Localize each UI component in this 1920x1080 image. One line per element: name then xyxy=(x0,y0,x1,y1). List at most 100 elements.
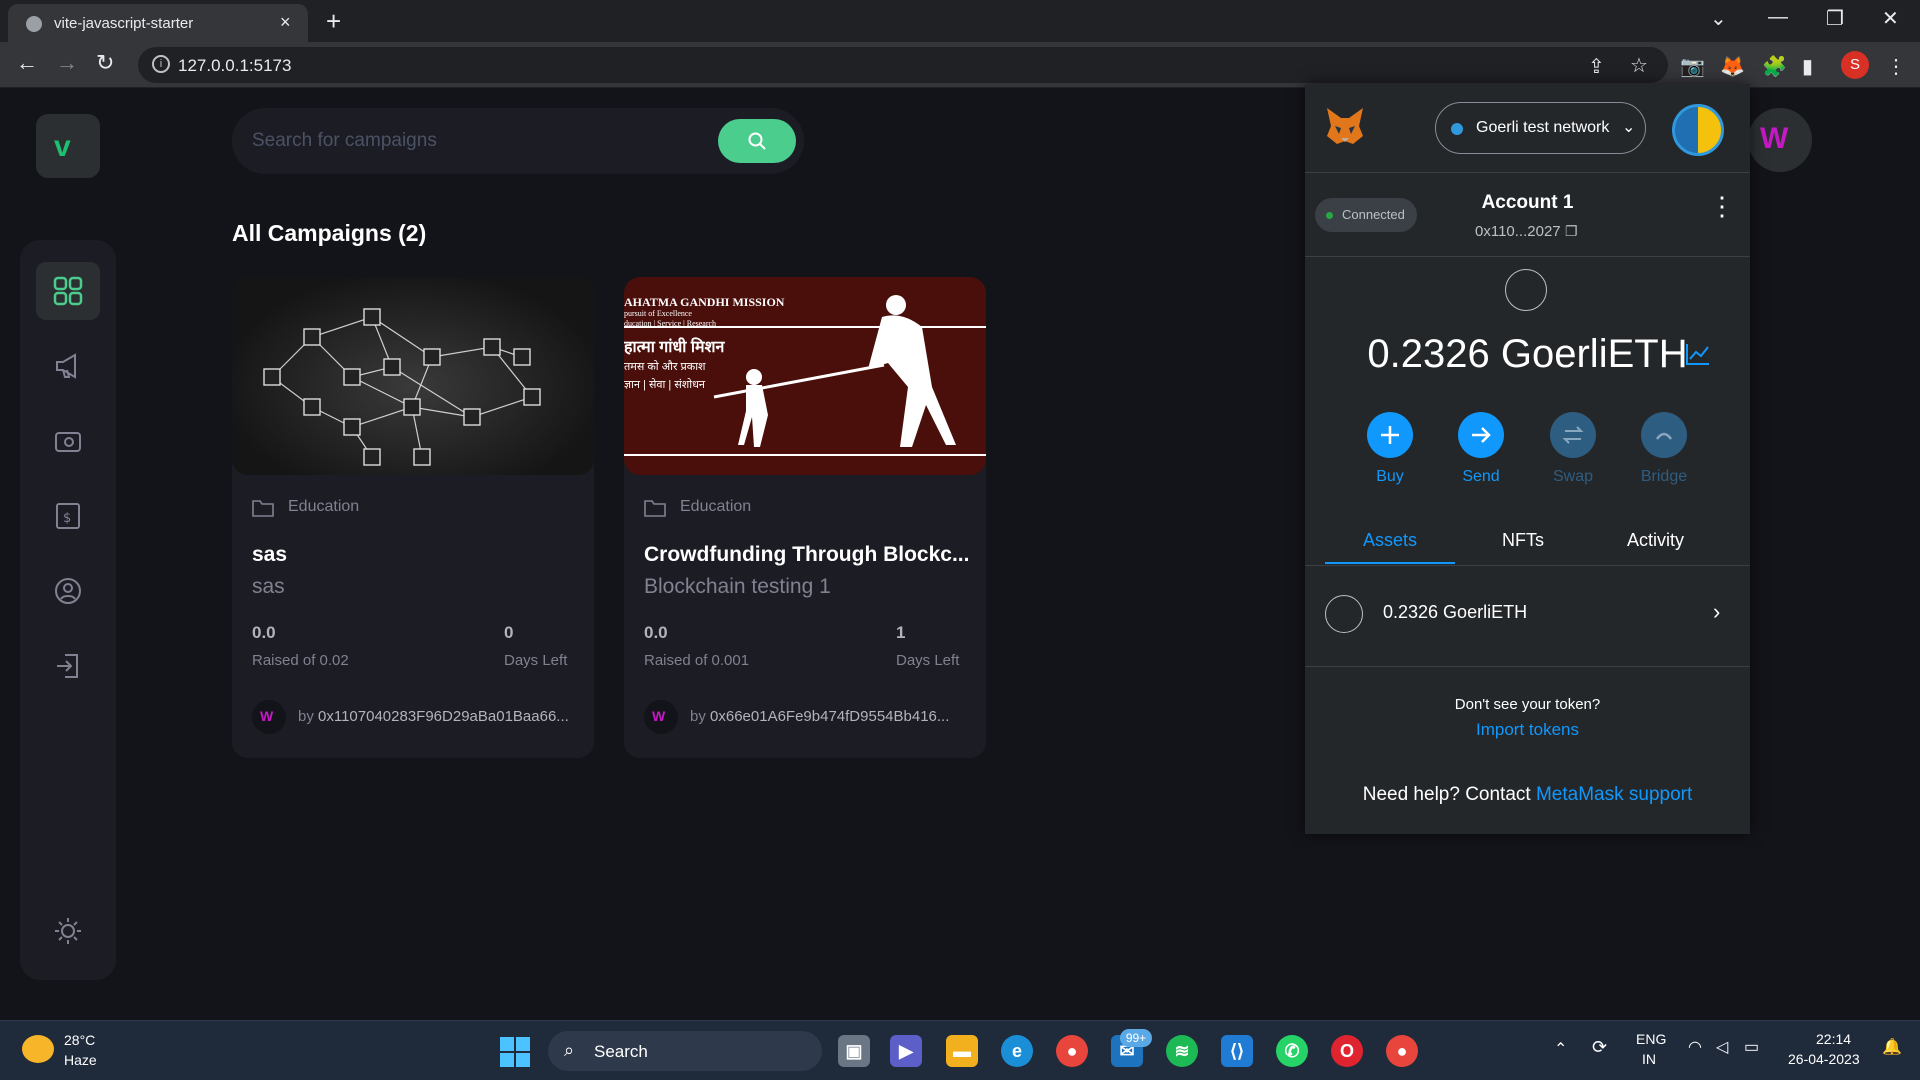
swap-button[interactable]: Swap xyxy=(1538,412,1608,486)
theme-toggle[interactable] xyxy=(36,902,100,960)
windows-start-icon[interactable] xyxy=(500,1037,530,1067)
chrome-active-icon[interactable]: ● xyxy=(1386,1035,1418,1067)
folder-icon xyxy=(252,500,274,517)
sidebar-item-dashboard[interactable] xyxy=(36,262,100,320)
portfolio-chart-icon[interactable] xyxy=(1685,342,1711,366)
clock-date[interactable]: 26-04-2023 xyxy=(1788,1051,1860,1067)
search-icon: ⌕ xyxy=(564,1040,575,1060)
new-tab-button[interactable]: + xyxy=(326,6,341,37)
owner-avatar: W xyxy=(252,700,286,734)
window-close-icon[interactable]: ✕ xyxy=(1882,6,1899,31)
close-tab-icon[interactable]: × xyxy=(280,12,291,33)
browser-menu-icon[interactable]: ⋮ xyxy=(1886,54,1906,79)
spotify-icon[interactable]: ≋ xyxy=(1166,1035,1198,1067)
network-selector[interactable]: Goerli test network ⌄ xyxy=(1435,102,1646,154)
account-avatar[interactable] xyxy=(1672,104,1724,156)
account-options-icon[interactable]: ⋮ xyxy=(1709,193,1735,219)
restore-icon[interactable]: ❐ xyxy=(1826,6,1844,31)
raised-of-label: Raised of 0.001 xyxy=(644,652,750,669)
sidebar-item-profile[interactable] xyxy=(36,562,100,620)
buy-button[interactable]: Buy xyxy=(1355,412,1425,486)
wifi-icon[interactable]: ◠ xyxy=(1688,1037,1702,1057)
show-hidden-icons-chevron[interactable]: ⌃ xyxy=(1554,1039,1567,1059)
tab-assets[interactable]: Assets xyxy=(1363,530,1417,551)
address-bar[interactable]: i 127.0.0.1:5173 ⇪ ☆ xyxy=(138,47,1668,83)
swap-arrows-icon xyxy=(1550,412,1596,458)
clock-time[interactable]: 22:14 xyxy=(1816,1031,1851,1047)
edge-browser-icon[interactable]: e xyxy=(1001,1035,1033,1067)
owner-prefix: by xyxy=(690,708,711,725)
vscode-icon[interactable]: ⟨⟩ xyxy=(1221,1035,1253,1067)
reload-icon[interactable]: ↻ xyxy=(96,50,114,76)
chevron-right-icon[interactable]: › xyxy=(1713,599,1720,625)
camera-extension-icon[interactable]: 📷 xyxy=(1680,54,1705,79)
sidebar-item-withdraw[interactable]: $ xyxy=(36,487,100,545)
campaign-card[interactable]: AHATMA GANDHI MISSION pursuit of Excelle… xyxy=(624,277,986,758)
asset-row-balance[interactable]: 0.2326 GoerliETH xyxy=(1383,602,1527,623)
campaign-image: AHATMA GANDHI MISSION pursuit of Excelle… xyxy=(624,277,986,475)
minimize-icon[interactable]: — xyxy=(1768,6,1788,29)
language-code[interactable]: ENG xyxy=(1636,1031,1666,1047)
weather-temperature[interactable]: 28°C xyxy=(64,1032,95,1048)
search-button[interactable] xyxy=(718,119,796,163)
task-view-icon[interactable]: ▣ xyxy=(838,1035,870,1067)
chrome-icon[interactable]: ● xyxy=(1056,1035,1088,1067)
folder-icon xyxy=(644,500,666,517)
user-icon xyxy=(55,578,81,604)
owner-address: 0x66e01A6Fe9b474fD9554Bb416... xyxy=(710,708,950,725)
taskbar-search[interactable]: ⌕ Search xyxy=(548,1031,822,1071)
app-logo[interactable]: v xyxy=(36,114,100,178)
divider xyxy=(1305,172,1750,173)
import-tokens-link[interactable]: Import tokens xyxy=(1305,720,1750,740)
network-status-dot xyxy=(1451,123,1463,135)
logo-mark: v xyxy=(54,130,71,163)
file-explorer-icon[interactable]: ▬ xyxy=(946,1035,978,1067)
metamask-extension-icon[interactable]: 🦊 xyxy=(1720,54,1745,79)
days-left-value: 1 xyxy=(896,623,906,642)
search-input[interactable] xyxy=(252,126,692,156)
weather-sun-icon[interactable] xyxy=(22,1035,54,1063)
metamask-support-link[interactable]: MetaMask support xyxy=(1536,784,1692,805)
tab-nfts[interactable]: NFTs xyxy=(1502,530,1544,551)
help-text: Need help? Contact MetaMask support xyxy=(1305,784,1750,806)
wallet-icon xyxy=(55,432,81,452)
bookmark-star-icon[interactable]: ☆ xyxy=(1630,53,1648,78)
opera-icon[interactable]: O xyxy=(1331,1035,1363,1067)
share-icon[interactable]: ⇪ xyxy=(1588,54,1605,79)
back-icon[interactable]: ← xyxy=(16,50,38,76)
bridge-icon xyxy=(1641,412,1687,458)
owner-address: 0x1107040283F96D29aBa01Baa66... xyxy=(318,708,569,725)
bridge-button[interactable]: Bridge xyxy=(1629,412,1699,486)
copy-icon[interactable]: ❐ xyxy=(1565,223,1578,240)
weather-condition[interactable]: Haze xyxy=(64,1052,97,1068)
account-address[interactable]: 0x110...2027 xyxy=(1475,223,1561,240)
forward-icon[interactable]: → xyxy=(56,50,78,76)
sidebar-item-logout[interactable] xyxy=(36,637,100,695)
sync-icon[interactable]: ⟳ xyxy=(1592,1037,1607,1058)
taskbar: 28°C Haze ⌕ Search ▣ ▶ ▬ e ● ✉ 99+ ≋ ⟨⟩ … xyxy=(0,1020,1920,1080)
user-profile-button[interactable]: W xyxy=(1748,108,1812,172)
tab-search-chevron-icon[interactable]: ⌄ xyxy=(1710,6,1727,31)
volume-icon[interactable]: ◁ xyxy=(1716,1037,1728,1057)
side-panel-icon[interactable]: ▮ xyxy=(1802,54,1813,79)
extensions-puzzle-icon[interactable]: 🧩 xyxy=(1762,54,1787,79)
send-button[interactable]: Send xyxy=(1446,412,1516,486)
sidebar-item-campaign[interactable] xyxy=(36,337,100,395)
browser-tab[interactable]: vite-javascript-starter × xyxy=(8,4,308,42)
account-name[interactable]: Account 1 xyxy=(1305,192,1750,214)
notifications-icon[interactable]: 🔔 xyxy=(1882,1037,1902,1057)
whatsapp-icon[interactable]: ✆ xyxy=(1276,1035,1308,1067)
battery-icon[interactable]: ▭ xyxy=(1744,1037,1759,1057)
tab-activity[interactable]: Activity xyxy=(1627,530,1684,551)
sidebar-item-payment[interactable] xyxy=(36,412,100,470)
site-info-icon[interactable]: i xyxy=(152,55,170,73)
taskbar-search-label: Search xyxy=(594,1042,648,1061)
teams-chat-icon[interactable]: ▶ xyxy=(890,1035,922,1067)
send-label: Send xyxy=(1462,468,1500,485)
campaign-card[interactable]: Education sas sas 0.0 Raised of 0.02 0 D… xyxy=(232,277,594,758)
chevron-down-icon: ⌄ xyxy=(1622,119,1636,136)
help-prefix: Need help? Contact xyxy=(1362,784,1536,805)
region-code[interactable]: IN xyxy=(1642,1051,1656,1067)
gandhi-illustration xyxy=(624,295,986,456)
profile-avatar[interactable]: S xyxy=(1841,51,1869,79)
